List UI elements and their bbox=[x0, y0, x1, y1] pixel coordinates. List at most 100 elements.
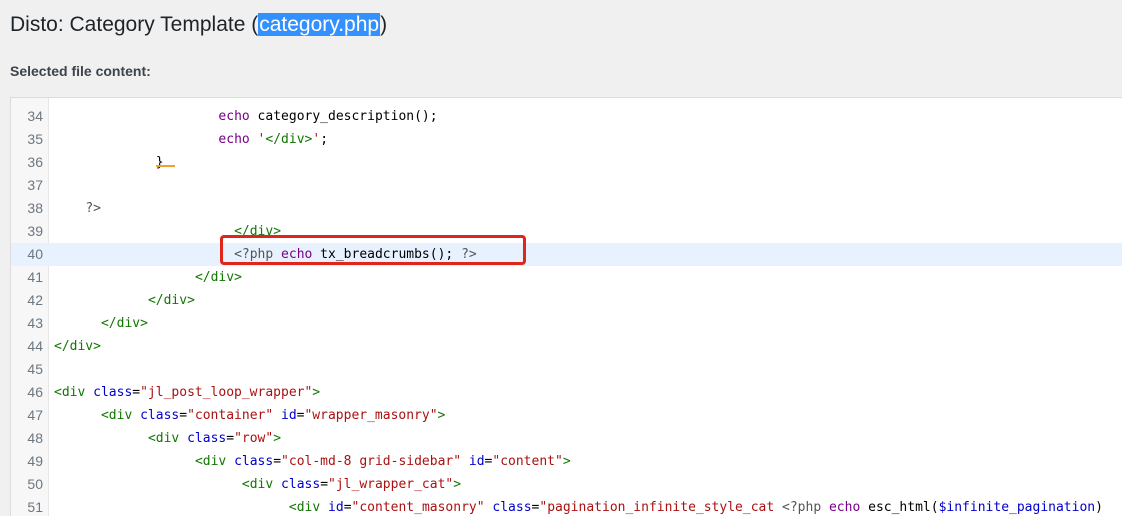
code-token: = bbox=[320, 477, 329, 492]
code-line[interactable]: 47 <div class="container" id="wrapper_mas… bbox=[11, 404, 1122, 427]
code-token: </div> bbox=[54, 339, 101, 354]
code-editor[interactable]: , , 34 echo category_description(); 35 echo… bbox=[10, 97, 1122, 516]
annotation-highlight-box bbox=[220, 235, 526, 265]
code-text: ?> bbox=[85, 197, 101, 220]
code-token: = bbox=[132, 385, 141, 400]
code-token: </div> bbox=[265, 132, 313, 147]
code-token: <div bbox=[194, 454, 235, 469]
code-line[interactable]: 41 </div> bbox=[11, 266, 1122, 289]
line-number: 41 bbox=[27, 269, 43, 285]
code-token: "wrapper_masonry" bbox=[304, 408, 438, 423]
selected-file-content-label: Selected file content: bbox=[10, 63, 151, 79]
code-token: $infinite_pagination bbox=[938, 500, 1096, 515]
code-token: echo bbox=[218, 132, 250, 147]
code-line[interactable]: 38 ?> bbox=[11, 197, 1122, 220]
code-token: class bbox=[187, 431, 227, 446]
code-text: </div> bbox=[101, 312, 148, 335]
code-token: "col-md-8 grid-sidebar" bbox=[281, 454, 462, 469]
line-number: 51 bbox=[27, 499, 43, 515]
code-line[interactable]: 50 <div class="jl_wrapper_cat"> bbox=[11, 473, 1122, 496]
line-number: 47 bbox=[27, 407, 43, 423]
line-number: 38 bbox=[27, 200, 43, 216]
code-text: </div> bbox=[195, 266, 242, 289]
code-token: > bbox=[273, 431, 282, 446]
code-line[interactable]: 35 echo '</div>'; bbox=[11, 128, 1122, 151]
line-number: 37 bbox=[27, 177, 43, 193]
code-line[interactable]: 48 <div class="row"> bbox=[11, 427, 1122, 450]
page-title: Disto: Category Template (category.php) bbox=[10, 13, 387, 37]
code-token: "pagination_infinite_style_cat bbox=[539, 500, 783, 515]
line-number: 48 bbox=[27, 430, 43, 446]
code-token: class bbox=[93, 385, 133, 400]
code-token: <div bbox=[241, 477, 282, 492]
code-token: > bbox=[562, 454, 571, 469]
code-token: <?php bbox=[782, 500, 829, 515]
code-token: = bbox=[226, 431, 235, 446]
line-number: 46 bbox=[27, 384, 43, 400]
code-line[interactable]: 37 bbox=[11, 174, 1122, 197]
title-filename-selected[interactable]: category.php bbox=[258, 13, 381, 36]
code-token: } bbox=[155, 155, 164, 170]
line-number: 44 bbox=[27, 338, 43, 354]
code-line[interactable]: 51 <div id="content_masonry" class="pagin… bbox=[11, 496, 1122, 516]
code-text: } bbox=[156, 151, 164, 174]
bracket-match-marker bbox=[156, 165, 175, 167]
code-token: ' bbox=[312, 132, 321, 147]
code-token: > bbox=[312, 385, 321, 400]
code-token: id bbox=[281, 408, 297, 423]
code-token: class bbox=[140, 408, 180, 423]
code-token: ' bbox=[249, 132, 266, 147]
code-text: </div> bbox=[148, 289, 195, 312]
code-line[interactable]: 45 bbox=[11, 358, 1122, 381]
code-text: <div class="container" id="wrapper_mason… bbox=[101, 404, 445, 427]
code-line[interactable]: 36} bbox=[11, 151, 1122, 174]
code-token: "content_masonry" bbox=[351, 500, 485, 515]
code-token: echo bbox=[828, 500, 861, 515]
code-token: ) bbox=[1095, 500, 1103, 515]
code-line[interactable]: 46 <div class="jl_post_loop_wrapper"> bbox=[11, 381, 1122, 404]
code-text: <div class="col-md-8 grid-sidebar" id="c… bbox=[195, 450, 571, 473]
code-token: </div> bbox=[147, 293, 195, 308]
code-text: </div> bbox=[54, 335, 101, 358]
code-text: <div class="jl_wrapper_cat"> bbox=[242, 473, 461, 496]
code-token: echo bbox=[218, 109, 250, 124]
code-line[interactable]: 39 </div> bbox=[11, 220, 1122, 243]
code-token: esc_html( bbox=[860, 500, 939, 515]
code-token: ?> bbox=[85, 201, 101, 216]
code-line[interactable]: 34 echo category_description(); bbox=[11, 105, 1122, 128]
code-token: = bbox=[343, 500, 352, 515]
code-text: echo category_description(); bbox=[218, 105, 437, 128]
code-text: <div class="row"> bbox=[148, 427, 281, 450]
code-token: "jl_wrapper_cat" bbox=[328, 477, 454, 492]
code-token: = bbox=[179, 408, 188, 423]
code-token: <div bbox=[288, 500, 329, 515]
code-token: class bbox=[234, 454, 274, 469]
code-token: "jl_post_loop_wrapper" bbox=[140, 385, 313, 400]
title-prefix: Disto: Category Template ( bbox=[10, 13, 259, 36]
code-line[interactable]: 42 </div> bbox=[11, 289, 1122, 312]
code-token: </div> bbox=[194, 270, 242, 285]
code-token: class bbox=[492, 500, 532, 515]
code-token: ; bbox=[320, 132, 329, 147]
code-token: "content" bbox=[492, 454, 563, 469]
code-line[interactable]: 40 <?php echo tx_breadcrumbs(); ?> bbox=[11, 243, 1122, 266]
line-number: 34 bbox=[27, 108, 43, 124]
code-token: <div bbox=[147, 431, 188, 446]
scrolled-partial-line: , , bbox=[276, 98, 299, 99]
code-token: </div> bbox=[100, 316, 148, 331]
code-line[interactable]: 44 </div> bbox=[11, 335, 1122, 358]
code-token: class bbox=[281, 477, 321, 492]
line-number: 50 bbox=[27, 476, 43, 492]
code-line[interactable]: 49 <div class="col-md-8 grid-sidebar" id=… bbox=[11, 450, 1122, 473]
line-number: 35 bbox=[27, 131, 43, 147]
title-suffix: ) bbox=[380, 13, 388, 36]
line-number: 36 bbox=[27, 154, 43, 170]
line-number: 42 bbox=[27, 292, 43, 308]
code-line[interactable]: 43 </div> bbox=[11, 312, 1122, 335]
code-token: "container" bbox=[187, 408, 274, 423]
code-token: > bbox=[437, 408, 446, 423]
code-token: id bbox=[468, 454, 485, 469]
code-text: <div id="content_masonry" class="paginat… bbox=[289, 496, 1103, 516]
